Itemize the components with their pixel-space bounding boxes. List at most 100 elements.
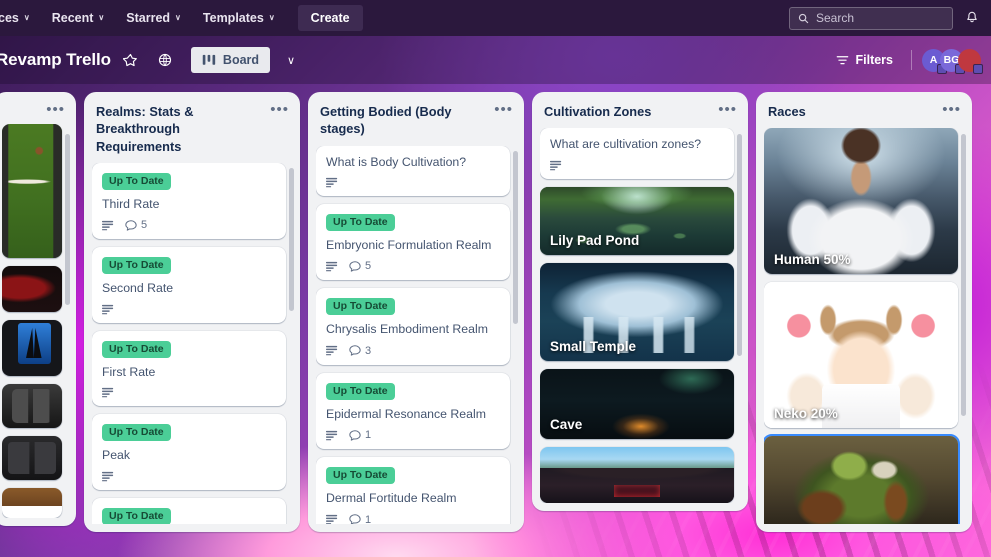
card-label-badge[interactable]: Up To Date [326, 383, 395, 400]
card-comments-count: 5 [365, 260, 371, 272]
card[interactable]: What is Body Cultivation? [316, 146, 510, 196]
card-badges: 1 [326, 514, 500, 524]
card-with-cover-image[interactable] [2, 266, 62, 312]
starred-menu[interactable]: Starred∨ [117, 6, 190, 30]
card-with-cover-image[interactable]: Cave [540, 369, 734, 439]
search-input[interactable]: Search [789, 7, 953, 30]
list-races: Races ••• Human 50%Neko 20% [756, 92, 972, 532]
filters-label: Filters [855, 53, 893, 67]
card[interactable]: Up To Date First Rate [92, 331, 286, 406]
card-comments-badge: 3 [349, 345, 371, 357]
list-scrollbar[interactable] [513, 148, 518, 522]
card-with-cover-image[interactable]: Neko 20% [764, 282, 958, 428]
filter-icon [836, 54, 849, 67]
list-title[interactable]: Realms: Stats & Breakthrough Requirement… [96, 103, 261, 155]
list-scrollbar-thumb[interactable] [65, 134, 70, 306]
list-title[interactable]: Getting Bodied (Body stages) [320, 103, 485, 138]
card-comments-badge: 5 [349, 260, 371, 272]
card-label-badge[interactable]: Up To Date [102, 257, 171, 274]
top-nav-right-group: Search [789, 7, 983, 30]
board-view-switcher[interactable]: Board [191, 47, 270, 73]
card-with-cover-image[interactable] [2, 124, 62, 258]
card-title: Second Rate [102, 280, 276, 296]
card-title: First Rate [102, 364, 276, 380]
card[interactable]: Up To DateChrysalis Embodiment Realm3 [316, 288, 510, 364]
list-scrollbar[interactable] [65, 126, 70, 516]
list-menu-icon[interactable]: ••• [491, 103, 516, 116]
card[interactable]: Up To DateEpidermal Resonance Realm1 [316, 373, 510, 449]
list-header: Realms: Stats & Breakthrough Requirement… [92, 100, 296, 163]
description-icon [102, 220, 114, 231]
list-scrollbar-thumb[interactable] [737, 134, 742, 356]
card-with-cover-image[interactable] [764, 436, 958, 524]
card-label-badge[interactable]: Up To Date [102, 341, 171, 358]
card-title: Small Temple [540, 331, 734, 361]
card[interactable]: What are cultivation zones? [540, 128, 734, 178]
notifications-icon[interactable] [961, 7, 983, 29]
star-icon[interactable] [117, 46, 145, 74]
card[interactable]: Up To Date Second Rate [92, 247, 286, 322]
card-description-badge [102, 387, 114, 398]
avatar[interactable] [958, 49, 981, 72]
filters-button[interactable]: Filters [828, 48, 901, 72]
card-with-cover-image[interactable] [2, 384, 62, 428]
list-menu-icon[interactable]: ••• [715, 103, 740, 116]
card-cover-image [2, 488, 62, 506]
card[interactable]: Up To DatePeak [92, 414, 286, 489]
card-cover-image [2, 266, 62, 312]
card-comments-count: 3 [365, 345, 371, 357]
board-view-chevron-down-icon[interactable]: ∨ [278, 47, 304, 73]
comment-icon [349, 514, 361, 524]
board-header: Revamp Trello Board ∨ Filters ABG [0, 36, 991, 84]
list-menu-icon[interactable]: ••• [939, 103, 964, 116]
list-scrollbar[interactable] [289, 165, 294, 522]
list-scrollbar[interactable] [961, 130, 966, 522]
card-label-badge[interactable]: Up To Date [326, 214, 395, 231]
templates-menu[interactable]: Templates∨ [194, 6, 284, 30]
description-icon [102, 387, 114, 398]
list-realms-stats: Realms: Stats & Breakthrough Requirement… [84, 92, 300, 532]
list-title[interactable]: Cultivation Zones [544, 103, 651, 120]
card-label-badge[interactable]: Up To Date [102, 173, 171, 190]
card-with-cover-image[interactable] [2, 488, 62, 518]
card-label-badge[interactable]: Up To Date [326, 298, 395, 315]
list-menu-icon[interactable]: ••• [43, 103, 68, 116]
list-scrollbar-thumb[interactable] [289, 168, 294, 311]
card[interactable]: Up To DateDermal Fortitude Realm1 [316, 457, 510, 524]
card-with-cover-image[interactable]: Small Temple [540, 263, 734, 361]
board-lists-container[interactable]: ••• Realms: Stats & Breakthrough Requirem… [0, 84, 991, 557]
description-icon [326, 430, 338, 441]
list-header: Races ••• [764, 100, 968, 128]
card-with-cover-image[interactable]: Human 50% [764, 128, 958, 274]
board-title: Revamp Trello [0, 50, 111, 70]
list-menu-icon[interactable]: ••• [267, 103, 292, 116]
description-icon [102, 304, 114, 315]
recent-menu[interactable]: Recent∨ [43, 6, 114, 30]
card-cover-image [2, 124, 62, 258]
list-cards [2, 124, 72, 518]
card-with-cover-image[interactable] [2, 320, 62, 376]
card-label-badge[interactable]: Up To Date [326, 467, 395, 484]
search-placeholder-text: Search [816, 11, 854, 25]
card[interactable]: Up To DateEmbryonic Formulation Realm5 [316, 204, 510, 280]
list-partial-left: ••• [0, 92, 76, 526]
list-scrollbar[interactable] [737, 130, 742, 500]
chevron-down-icon: ∨ [98, 14, 104, 22]
list-scrollbar-thumb[interactable] [513, 151, 518, 323]
card-with-cover-image[interactable]: Lily Pad Pond [540, 187, 734, 255]
card-comments-count: 5 [141, 219, 147, 231]
card-label-badge[interactable]: Up To Date [102, 508, 171, 524]
chevron-down-icon: ∨ [24, 14, 30, 22]
card-with-cover-image[interactable] [2, 436, 62, 480]
card[interactable]: Up To DateThird Rate5 [92, 163, 286, 239]
list-scrollbar-thumb[interactable] [961, 134, 966, 416]
globe-icon[interactable] [151, 46, 179, 74]
create-button[interactable]: Create [298, 5, 363, 31]
workspaces-menu[interactable]: ces∨ [0, 6, 39, 30]
starred-menu-label: Starred [126, 11, 170, 25]
list-title[interactable]: Races [768, 103, 806, 120]
card-label-badge[interactable]: Up To Date [102, 424, 171, 441]
card-with-cover-image[interactable] [540, 447, 734, 503]
list-cultivation-zones: Cultivation Zones ••• What are cultivation… [532, 92, 748, 511]
card[interactable]: Up To DateQi Sensing [92, 498, 286, 524]
